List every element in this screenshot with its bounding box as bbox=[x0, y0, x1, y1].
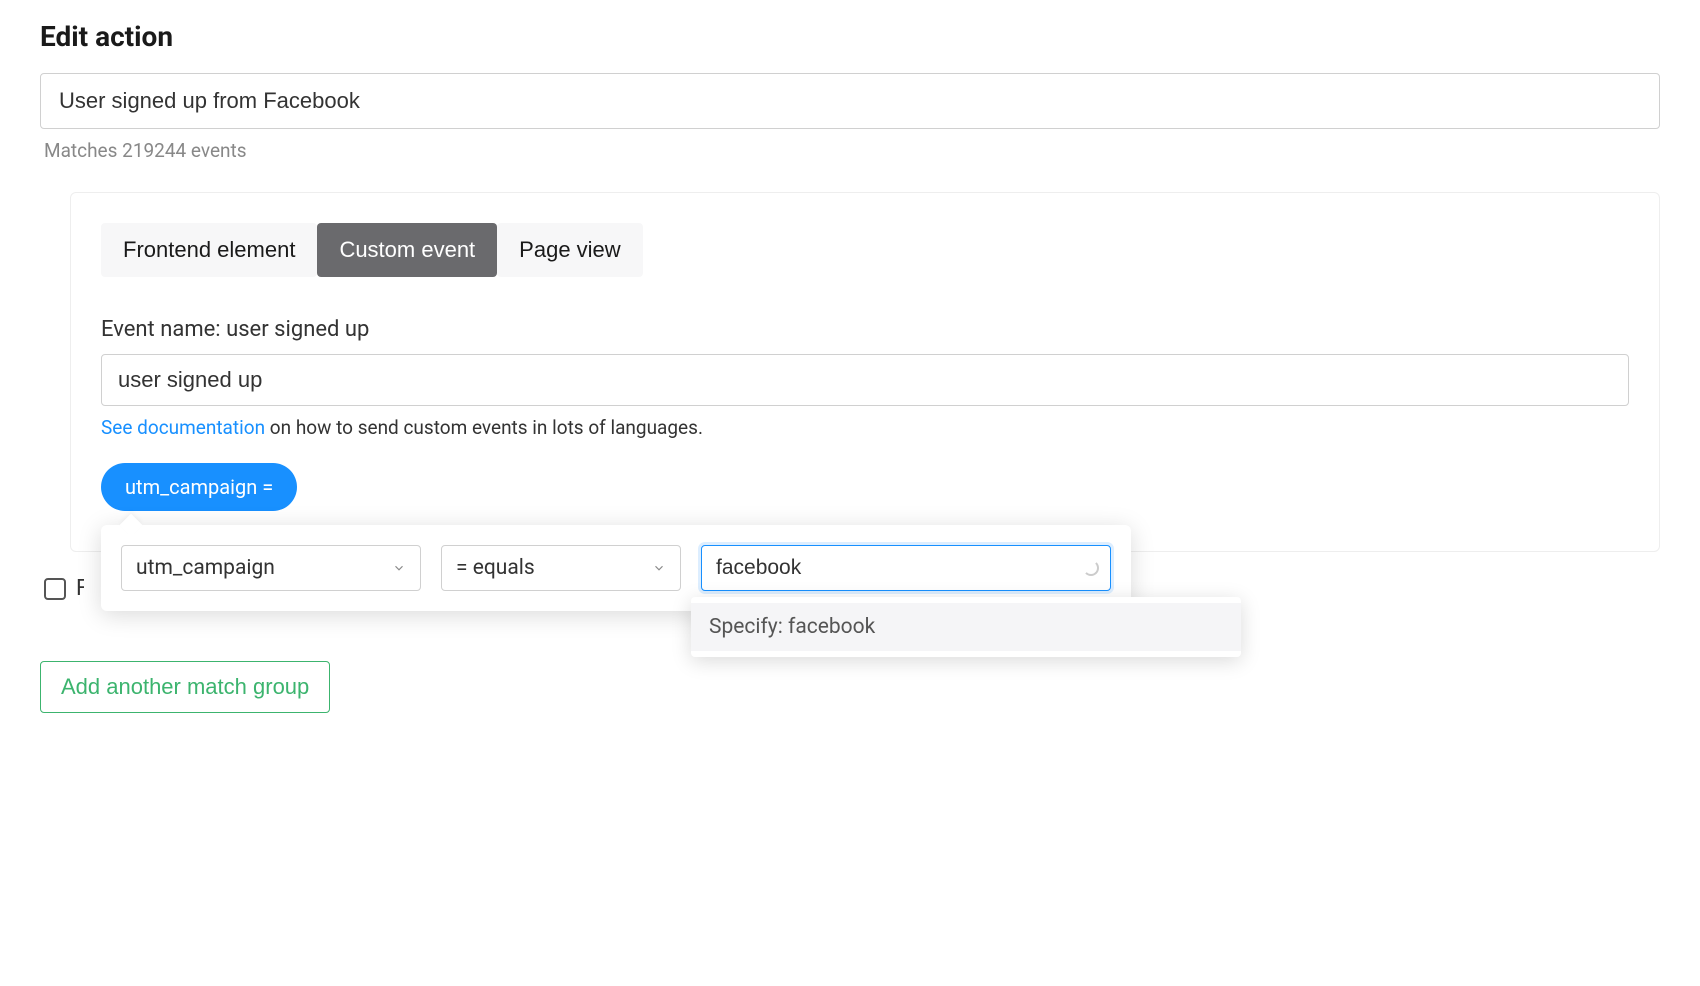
add-match-group-button[interactable]: Add another match group bbox=[40, 661, 330, 713]
event-name-label: Event name: user signed up bbox=[101, 317, 1629, 342]
tab-custom-event[interactable]: Custom event bbox=[317, 223, 497, 277]
filter-value-suggestion[interactable]: Specify: facebook bbox=[691, 603, 1241, 651]
filter-pill-utm-campaign[interactable]: utm_campaign = bbox=[101, 463, 297, 511]
chevron-down-icon bbox=[652, 561, 666, 575]
filter-operator-value: = equals bbox=[456, 556, 535, 580]
tab-page-view[interactable]: Page view bbox=[497, 223, 643, 277]
loading-spinner-icon bbox=[1083, 560, 1099, 576]
chevron-down-icon bbox=[392, 561, 406, 575]
documentation-rest: on how to send custom events in lots of … bbox=[265, 416, 703, 439]
match-type-tabs: Frontend element Custom event Page view bbox=[101, 223, 1629, 277]
event-name-input[interactable] bbox=[101, 354, 1629, 406]
filter-value-wrapper: Specify: facebook bbox=[701, 545, 1111, 591]
filter-value-dropdown: Specify: facebook bbox=[691, 597, 1241, 657]
checkbox-input[interactable] bbox=[44, 578, 66, 600]
documentation-link[interactable]: See documentation bbox=[101, 416, 265, 439]
filter-property-select[interactable]: utm_campaign bbox=[121, 545, 421, 591]
page-title: Edit action bbox=[40, 20, 1660, 53]
tab-frontend-element[interactable]: Frontend element bbox=[101, 223, 317, 277]
filter-value-input[interactable] bbox=[701, 545, 1111, 591]
filter-property-value: utm_campaign bbox=[136, 556, 275, 580]
filter-operator-select[interactable]: = equals bbox=[441, 545, 681, 591]
filter-editor-popover: utm_campaign = equals Specify: facebook bbox=[101, 525, 1131, 611]
checkbox-label-partial: F bbox=[76, 576, 84, 601]
matches-count-text: Matches 219244 events bbox=[44, 139, 1660, 162]
action-name-input[interactable] bbox=[40, 73, 1660, 129]
match-group-card: Frontend element Custom event Page view … bbox=[70, 192, 1660, 552]
documentation-hint: See documentation on how to send custom … bbox=[101, 416, 1629, 439]
